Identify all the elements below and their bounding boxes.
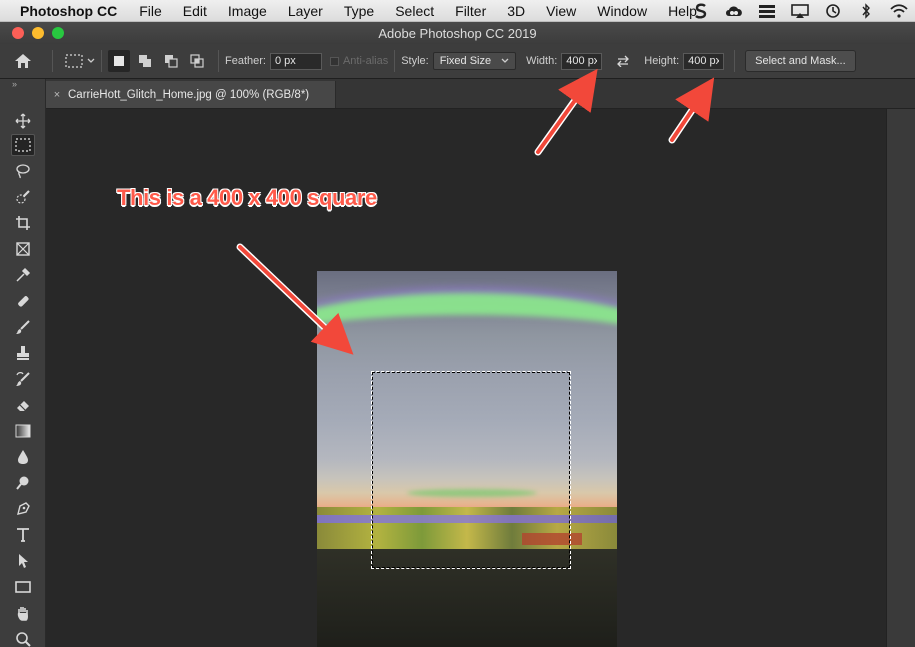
antialias-checkbox[interactable] <box>329 56 339 66</box>
divider <box>101 50 102 72</box>
menu-type[interactable]: Type <box>344 3 374 19</box>
close-window-button[interactable] <box>12 27 24 39</box>
crop-tool-icon[interactable] <box>11 212 35 234</box>
mac-menu-bar: Photoshop CC File Edit Image Layer Type … <box>0 0 915 22</box>
move-tool-icon[interactable] <box>11 110 35 132</box>
right-panel-strip <box>886 109 915 647</box>
tool-preset-picker[interactable] <box>65 54 95 68</box>
collapse-panel-icon[interactable]: » <box>12 79 17 89</box>
marquee-selection[interactable] <box>371 371 571 569</box>
healing-brush-tool-icon[interactable] <box>11 290 35 312</box>
chevron-down-icon <box>501 58 509 63</box>
feather-input[interactable] <box>269 52 322 70</box>
menu-layer[interactable]: Layer <box>288 3 323 19</box>
creative-cloud-icon[interactable] <box>717 0 750 22</box>
antialias-option[interactable]: Anti-alias <box>329 55 389 67</box>
blur-tool-icon[interactable] <box>11 446 35 468</box>
subtract-from-selection-button[interactable] <box>160 50 182 72</box>
style-label: Style: <box>401 55 429 67</box>
swap-icon <box>617 55 630 67</box>
menu-view[interactable]: View <box>546 3 576 19</box>
divider <box>52 50 53 72</box>
width-label: Width: <box>526 55 558 67</box>
quick-selection-tool-icon[interactable] <box>11 186 35 208</box>
document-tabs: × CarrieHott_Glitch_Home.jpg @ 100% (RGB… <box>46 79 915 109</box>
height-label: Height: <box>644 55 680 67</box>
new-selection-icon <box>114 56 124 66</box>
airplay-icon[interactable] <box>783 0 816 22</box>
window-title-bar: Adobe Photoshop CC 2019 <box>0 22 915 44</box>
wifi-icon[interactable] <box>882 0 915 22</box>
add-to-selection-button[interactable] <box>134 50 156 72</box>
select-and-mask-button[interactable]: Select and Mask... <box>745 50 856 72</box>
height-input[interactable] <box>683 52 725 70</box>
add-selection-icon <box>139 55 151 67</box>
close-icon[interactable]: × <box>46 89 68 101</box>
width-input[interactable] <box>561 52 603 70</box>
document-tab[interactable]: × CarrieHott_Glitch_Home.jpg @ 100% (RGB… <box>46 81 336 108</box>
window-title: Adobe Photoshop CC 2019 <box>378 25 537 41</box>
document-tab-title: CarrieHott_Glitch_Home.jpg @ 100% (RGB/8… <box>68 88 310 101</box>
stack-icon[interactable] <box>750 0 783 22</box>
time-machine-icon[interactable] <box>816 0 849 22</box>
menu-file[interactable]: File <box>139 3 162 19</box>
swap-dimensions-button[interactable] <box>616 55 630 67</box>
eyedropper-tool-icon[interactable] <box>11 264 35 286</box>
zoom-tool-icon[interactable] <box>11 628 35 647</box>
annotation-text: This is a 400 x 400 square <box>117 185 377 210</box>
hand-tool-icon[interactable] <box>11 602 35 624</box>
home-icon <box>15 54 31 68</box>
home-button[interactable] <box>0 44 46 79</box>
divider <box>734 50 736 72</box>
intersect-selection-icon <box>190 54 204 68</box>
marquee-preset-icon <box>65 54 83 68</box>
window-controls <box>12 27 64 39</box>
pen-tool-icon[interactable] <box>11 498 35 520</box>
chevron-down-icon <box>87 58 95 63</box>
menu-image[interactable]: Image <box>228 3 267 19</box>
brush-tool-icon[interactable] <box>11 316 35 338</box>
s-icon[interactable] <box>684 0 717 22</box>
new-selection-button[interactable] <box>108 50 130 72</box>
app-menu[interactable]: Photoshop CC <box>20 3 117 19</box>
minimize-window-button[interactable] <box>32 27 44 39</box>
style-select-value: Fixed Size <box>439 55 492 67</box>
history-brush-tool-icon[interactable] <box>11 368 35 390</box>
zoom-window-button[interactable] <box>52 27 64 39</box>
options-bar: Feather: Anti-alias Style: Fixed Size Wi… <box>0 44 915 79</box>
style-select[interactable]: Fixed Size <box>432 52 517 70</box>
bluetooth-icon[interactable] <box>849 0 882 22</box>
menu-filter[interactable]: Filter <box>455 3 486 19</box>
eraser-tool-icon[interactable] <box>11 394 35 416</box>
dodge-tool-icon[interactable] <box>11 472 35 494</box>
feather-label: Feather: <box>225 55 266 67</box>
subtract-selection-icon <box>165 55 178 68</box>
menu-window[interactable]: Window <box>597 3 647 19</box>
status-area <box>684 0 915 22</box>
rectangular-marquee-tool-icon[interactable] <box>11 134 35 156</box>
menu-3d[interactable]: 3D <box>507 3 525 19</box>
frame-tool-icon[interactable] <box>11 238 35 260</box>
divider <box>394 50 396 72</box>
intersect-selection-button[interactable] <box>186 50 208 72</box>
tools-panel: » <box>0 79 46 647</box>
divider <box>218 50 219 72</box>
gradient-tool-icon[interactable] <box>11 420 35 442</box>
path-selection-tool-icon[interactable] <box>11 550 35 572</box>
rectangle-tool-icon[interactable] <box>11 576 35 598</box>
type-tool-icon[interactable] <box>11 524 35 546</box>
menu-edit[interactable]: Edit <box>183 3 207 19</box>
antialias-label: Anti-alias <box>342 55 389 67</box>
lasso-tool-icon[interactable] <box>11 160 35 182</box>
menu-select[interactable]: Select <box>395 3 434 19</box>
clone-stamp-tool-icon[interactable] <box>11 342 35 364</box>
